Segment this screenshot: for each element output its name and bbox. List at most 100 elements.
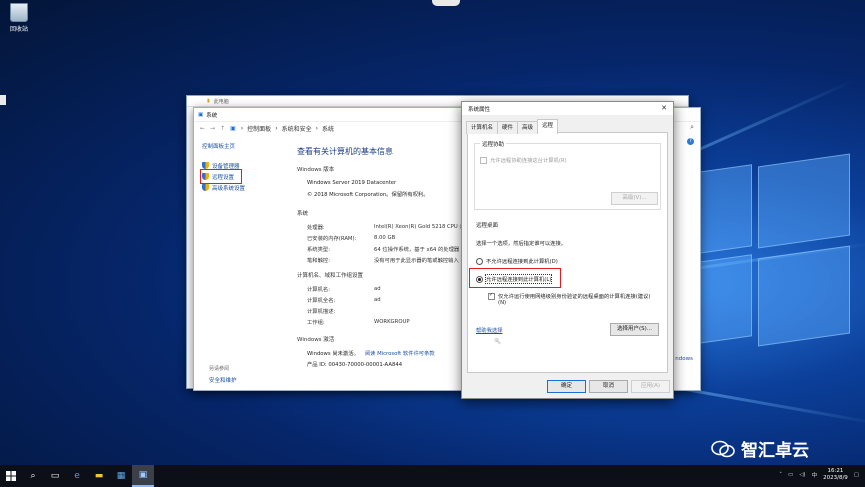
remote-assistance-group: 远程协助 允许远程协助连接这台计算机(R) 高级(V)...: [474, 140, 661, 210]
help-me-choose-link[interactable]: 帮助我选择: [476, 326, 503, 334]
start-button[interactable]: [0, 465, 22, 487]
checkbox-label: 允许远程协助连接这台计算机(R): [490, 158, 567, 164]
cancel-button[interactable]: 取消: [589, 380, 628, 393]
ime-indicator[interactable]: 中: [812, 471, 818, 479]
system-tray: ˄ ▭ ◁) 中 16:21 2023/8/9 ▢: [779, 468, 859, 482]
server-manager-icon[interactable]: ▦: [110, 465, 132, 487]
help-icon[interactable]: ?: [687, 138, 694, 145]
recycle-bin-label: 回收站: [9, 26, 28, 33]
windows-logo-fragment: ndows: [675, 356, 693, 362]
info-row: 处理器: Intel(R) Xeon(R) Gold 5218 CPU @: [307, 223, 465, 231]
info-row: 工作组: WORKGROUP: [307, 318, 410, 326]
security-maintenance-link[interactable]: 安全和维护: [209, 376, 237, 384]
search-icon[interactable]: ⌕: [690, 123, 694, 132]
page-title: 查看有关计算机的基本信息: [297, 147, 393, 156]
back-arrow-icon[interactable]: ←: [200, 125, 205, 132]
chat-bubble-icon: [711, 440, 735, 458]
tab-advanced[interactable]: 高级: [517, 121, 539, 134]
info-row: 计算机全名: ad: [307, 296, 381, 304]
radio-label: 不允许远程连接到此计算机(D): [486, 259, 558, 265]
breadcrumb[interactable]: › 控制面板 › 系统和安全 › 系统: [241, 124, 334, 133]
sidebar-item-advanced-settings[interactable]: 高级系统设置: [202, 182, 287, 193]
tab-computer-name[interactable]: 计算机名: [466, 121, 499, 134]
sidebar-item-label: 高级系统设置: [212, 185, 246, 192]
remote-desktop-prompt: 选择一个选项，然后指定谁可以连接。: [476, 241, 567, 247]
chevron-up-icon[interactable]: ˄: [779, 472, 782, 478]
shield-icon: [202, 162, 209, 169]
sidebar-item-device-manager[interactable]: 设备管理器: [202, 160, 287, 171]
recycle-bin-icon: [10, 3, 28, 22]
windows-start-icon: [6, 471, 16, 481]
highlight-box: [469, 268, 561, 288]
system-properties-dialog[interactable]: 系统属性 ✕ 计算机名 硬件 高级 远程 远程协助 允许远程协助连接这台计算机(…: [461, 101, 674, 399]
search-icon[interactable]: ⌕: [22, 465, 44, 487]
tab-bar: 计算机名 硬件 高级 远程: [466, 119, 673, 134]
nla-checkbox[interactable]: 仅允许运行使用网络级别身份验证的远程桌面的计算机连接(建议)(N): [488, 292, 656, 306]
product-id: 产品 ID: 00430-70000-00001-AA844: [307, 361, 403, 368]
breadcrumb-item[interactable]: 系统和安全: [282, 124, 312, 133]
remote-session-bar[interactable]: [432, 0, 460, 6]
forward-arrow-icon[interactable]: →: [210, 125, 215, 132]
ok-button[interactable]: 确定: [547, 380, 586, 393]
activation-status: Windows 尚未激活。: [307, 350, 359, 357]
tab-hardware[interactable]: 硬件: [497, 121, 519, 134]
edition-name: Windows Server 2019 Datacenter: [307, 179, 397, 186]
folder-icon: ▮: [207, 98, 210, 104]
recycle-bin[interactable]: 回收站: [4, 3, 34, 33]
section-header: 系统: [297, 211, 309, 217]
info-row: 笔和触控: 没有可用于此显示器的笔或触控输入: [307, 257, 459, 264]
apply-button[interactable]: 应用(A): [631, 380, 670, 393]
section-header: Windows 激活: [297, 337, 335, 343]
control-panel-home-link[interactable]: 控制面板主页: [202, 142, 287, 150]
see-also-label: 另请参阅: [209, 366, 230, 372]
dialog-title: 系统属性: [468, 106, 491, 113]
remote-assistance-checkbox[interactable]: 允许远程协助连接这台计算机(R): [480, 156, 567, 164]
sidebar-item-remote-settings[interactable]: 远程设置: [200, 169, 242, 184]
clock-time: 16:21: [827, 468, 844, 474]
checkbox-icon: [488, 292, 495, 300]
section-header: Windows 版本: [297, 167, 335, 173]
shield-icon: [202, 173, 209, 180]
task-view-icon[interactable]: ▭: [44, 465, 66, 487]
group-label: 远程协助: [480, 140, 507, 148]
network-icon[interactable]: ▭: [788, 472, 793, 478]
close-icon[interactable]: ✕: [661, 104, 667, 112]
breadcrumb-item[interactable]: 控制面板: [247, 124, 271, 133]
main-pane: 查看有关计算机的基本信息 Windows 版本 Windows Server 2…: [297, 146, 477, 369]
radio-deny-remote[interactable]: 不允许远程连接到此计算机(D): [476, 257, 558, 265]
window-title: 此电脑: [213, 98, 229, 105]
control-panel-taskbar-icon[interactable]: ▣: [132, 465, 154, 487]
breadcrumb-item[interactable]: 系统: [322, 124, 334, 133]
radio-icon: [476, 258, 483, 265]
info-row: 计算机描述:: [307, 308, 336, 315]
clock[interactable]: 16:21 2023/8/9: [823, 468, 848, 482]
left-pane: 控制面板主页 设备管理器 远程设置 高级系统设置: [200, 142, 287, 193]
advanced-button[interactable]: 高级(V)...: [611, 192, 658, 205]
system-icon: ▣: [198, 111, 204, 118]
info-row: 计算机名: ad: [307, 285, 381, 293]
up-arrow-icon[interactable]: ↑: [220, 125, 225, 132]
shield-icon: [202, 184, 209, 191]
activation-row: Windows 尚未激活。 阅读 Microsoft 软件许可条款: [297, 347, 477, 358]
taskbar: ⌕ ▭ e ▬ ▦ ▣ ˄ ▭ ◁) 中 16:21 2023/8/9 ▢: [0, 465, 865, 487]
mouse-cursor-icon: ↖: [494, 337, 502, 347]
notifications-icon[interactable]: ▢: [854, 472, 859, 478]
sidebar-item-label: 远程设置: [212, 174, 235, 181]
window-title: 系统: [206, 112, 218, 119]
control-panel-icon: ▣: [230, 125, 236, 132]
clock-date: 2023/8/9: [823, 475, 848, 481]
offscreen-window-edge: [0, 95, 6, 105]
file-explorer-icon[interactable]: ▬: [88, 465, 110, 487]
volume-icon[interactable]: ◁): [799, 472, 805, 478]
info-row: 已安装的内存(RAM): 8.00 GB: [307, 234, 396, 242]
checkbox-icon: [480, 157, 487, 164]
copyright: © 2018 Microsoft Corporation。保留所有权利。: [307, 191, 429, 198]
watermark-text: 智汇卓云: [741, 441, 809, 461]
info-row: 系统类型: 64 位操作系统，基于 x64 的处理器: [307, 246, 460, 253]
edge-icon[interactable]: e: [66, 465, 88, 487]
license-terms-link[interactable]: 阅读 Microsoft 软件许可条款: [365, 349, 435, 357]
group-label: 远程桌面: [474, 221, 501, 229]
select-users-button[interactable]: 选择用户(S)...: [610, 323, 659, 336]
sidebar-item-label: 设备管理器: [212, 163, 240, 170]
tab-remote[interactable]: 远程: [537, 119, 559, 134]
